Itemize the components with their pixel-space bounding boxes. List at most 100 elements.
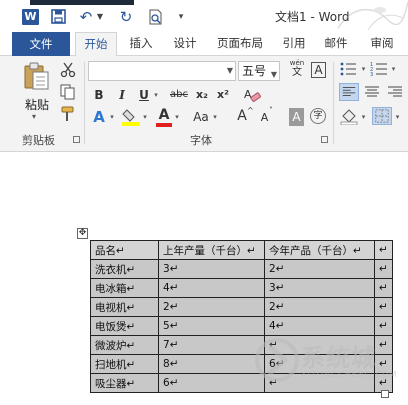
italic-button[interactable]: I (115, 86, 129, 104)
align-right-icon[interactable] (385, 83, 405, 101)
word-logo-icon[interactable]: W (22, 9, 39, 25)
clipboard-group-label: 剪贴板 (22, 134, 55, 147)
numbering-dropdown-icon[interactable]: ▾ (390, 60, 397, 78)
bold-button[interactable]: B (92, 86, 106, 104)
row-end-marker: ↵ (374, 259, 393, 279)
underline-dropdown-icon[interactable]: ▾ (152, 86, 160, 104)
tab-design[interactable]: 设计 (168, 32, 202, 56)
table-cell[interactable]: 2↵ (264, 297, 375, 317)
undo-dropdown-icon[interactable]: ▼ (96, 8, 104, 26)
header-cell[interactable]: 上年产量（千台）↵ (158, 240, 265, 260)
strikethrough-button[interactable]: abc (168, 86, 190, 104)
font-size-dropdown-icon[interactable]: ▼ (271, 66, 277, 84)
header-cell[interactable]: 品名↵ (90, 240, 159, 260)
table-cell[interactable]: 2↵ (264, 259, 375, 279)
table-cell[interactable]: 电视机↵ (90, 297, 159, 317)
table-cell[interactable]: 8↵ (158, 354, 265, 374)
tab-insert[interactable]: 插入 (124, 32, 158, 56)
table-cell[interactable]: 吸尘器↵ (90, 373, 159, 393)
character-border-button[interactable]: A (311, 62, 326, 78)
table-cell[interactable]: 洗衣机↵ (90, 259, 159, 279)
svg-text:A: A (244, 88, 252, 101)
change-case-button[interactable]: Aa (191, 108, 211, 126)
paste-icon[interactable] (24, 62, 50, 90)
phonetic-guide-button[interactable]: wén 文 (286, 59, 308, 78)
text-effects-button[interactable]: A (90, 108, 108, 126)
font-color-button[interactable]: A (156, 106, 172, 124)
paste-button[interactable]: 粘贴 (25, 96, 49, 113)
table-cell[interactable]: 扫地机↵ (90, 354, 159, 374)
watermark-text: 系统城 (301, 344, 376, 372)
paste-dropdown-icon[interactable]: ▾ (32, 112, 36, 121)
table-row: 电视机↵ 2↵ 2↵ ↵ (90, 297, 393, 317)
subscript-button[interactable]: x₂ (193, 86, 211, 104)
header-cell[interactable]: 今年产品（千台）↵ (264, 240, 375, 260)
underline-button[interactable]: U (137, 86, 151, 104)
window-strip (30, 0, 134, 5)
align-center-icon[interactable] (362, 83, 382, 101)
cut-icon[interactable] (60, 62, 76, 78)
table-move-handle-icon[interactable]: ✥ (77, 228, 88, 239)
group-divider (84, 62, 85, 144)
ribbon-home: 粘贴 ▾ 剪贴板 ▼ 五号 ▼ wén 文 A B I U ▾ abc x₂ x… (0, 56, 408, 152)
font-size-combobox[interactable]: 五号 ▼ (238, 61, 280, 81)
align-left-icon[interactable] (339, 83, 359, 101)
undo-icon[interactable]: ↶ (78, 8, 94, 26)
format-painter-icon[interactable] (60, 106, 76, 122)
character-shading-button[interactable]: A (289, 108, 304, 126)
customize-qat-icon[interactable]: ▾ (176, 8, 186, 26)
tab-mailings[interactable]: 邮件 (319, 32, 353, 56)
save-icon[interactable] (49, 8, 67, 26)
watermark: 系统城 XITONGCHENG.COM (255, 332, 405, 392)
tab-page-layout[interactable]: 页面布局 (210, 32, 270, 56)
tab-home[interactable]: 开始 (75, 32, 117, 57)
group-divider (333, 62, 334, 144)
table-cell[interactable]: 电饭煲↵ (90, 316, 159, 336)
table-cell[interactable]: 6↵ (158, 373, 265, 393)
font-name-combobox[interactable]: ▼ (88, 61, 236, 81)
bullets-icon[interactable] (339, 60, 359, 78)
font-launcher-icon[interactable] (321, 136, 328, 143)
row-end-marker: ↵ (374, 240, 393, 260)
shading-icon[interactable] (339, 107, 359, 125)
borders-icon[interactable] (372, 107, 392, 125)
grow-font-arrow-icon: ^ (247, 106, 254, 115)
table-cell[interactable]: 4↵ (158, 278, 265, 298)
bullets-dropdown-icon[interactable]: ▾ (360, 60, 367, 78)
table-cell[interactable]: 3↵ (264, 278, 375, 298)
shading-dropdown-icon[interactable]: ▾ (360, 108, 367, 126)
table-cell[interactable]: 微波炉↵ (90, 335, 159, 355)
text-effects-dropdown-icon[interactable]: ▾ (108, 108, 116, 126)
tab-file[interactable]: 文件 (12, 32, 70, 56)
clipboard-launcher-icon[interactable] (73, 136, 80, 143)
borders-dropdown-icon[interactable]: ▾ (394, 108, 401, 126)
numbering-icon[interactable]: 1 2 3 (370, 60, 390, 78)
highlight-dropdown-icon[interactable]: ▾ (141, 108, 149, 126)
table-cell[interactable]: 2↵ (158, 297, 265, 317)
table-header-row: 品名↵ 上年产量（千台）↵ 今年产品（千台）↵ ↵ (90, 240, 393, 260)
font-name-dropdown-icon[interactable]: ▼ (227, 66, 233, 75)
table-cell[interactable]: 5↵ (158, 316, 265, 336)
tab-review[interactable]: 审阅 (362, 32, 402, 56)
print-preview-icon[interactable] (146, 8, 164, 26)
redo-icon[interactable]: ↻ (118, 8, 134, 26)
document-page[interactable]: ✥ 品名↵ 上年产量（千台）↵ 今年产品（千台）↵ ↵ 洗衣机↵ 3↵ 2↵ ↵… (0, 152, 408, 405)
change-case-dropdown-icon[interactable]: ▾ (211, 108, 219, 126)
font-color-dropdown-icon[interactable]: ▾ (173, 108, 181, 126)
font-size-value: 五号 (242, 64, 267, 78)
enclose-characters-button[interactable]: 字 (310, 108, 326, 124)
table-row: 洗衣机↵ 3↵ 2↵ ↵ (90, 259, 393, 279)
svg-text:3: 3 (370, 72, 373, 78)
table-cell[interactable]: 3↵ (158, 259, 265, 279)
tab-references[interactable]: 引用 (277, 32, 311, 56)
watermark-logo-icon (255, 338, 299, 382)
highlight-color-icon[interactable] (121, 107, 141, 127)
clear-formatting-icon[interactable]: A (243, 86, 261, 104)
superscript-button[interactable]: x² (214, 86, 232, 104)
shrink-font-arrow-icon: ˅ (269, 106, 273, 115)
phonetic-guide-bottom: 文 (292, 67, 302, 78)
font-color-swatch (156, 123, 172, 127)
copy-icon[interactable] (60, 84, 76, 100)
table-cell[interactable]: 7↵ (158, 335, 265, 355)
table-cell[interactable]: 电冰箱↵ (90, 278, 159, 298)
